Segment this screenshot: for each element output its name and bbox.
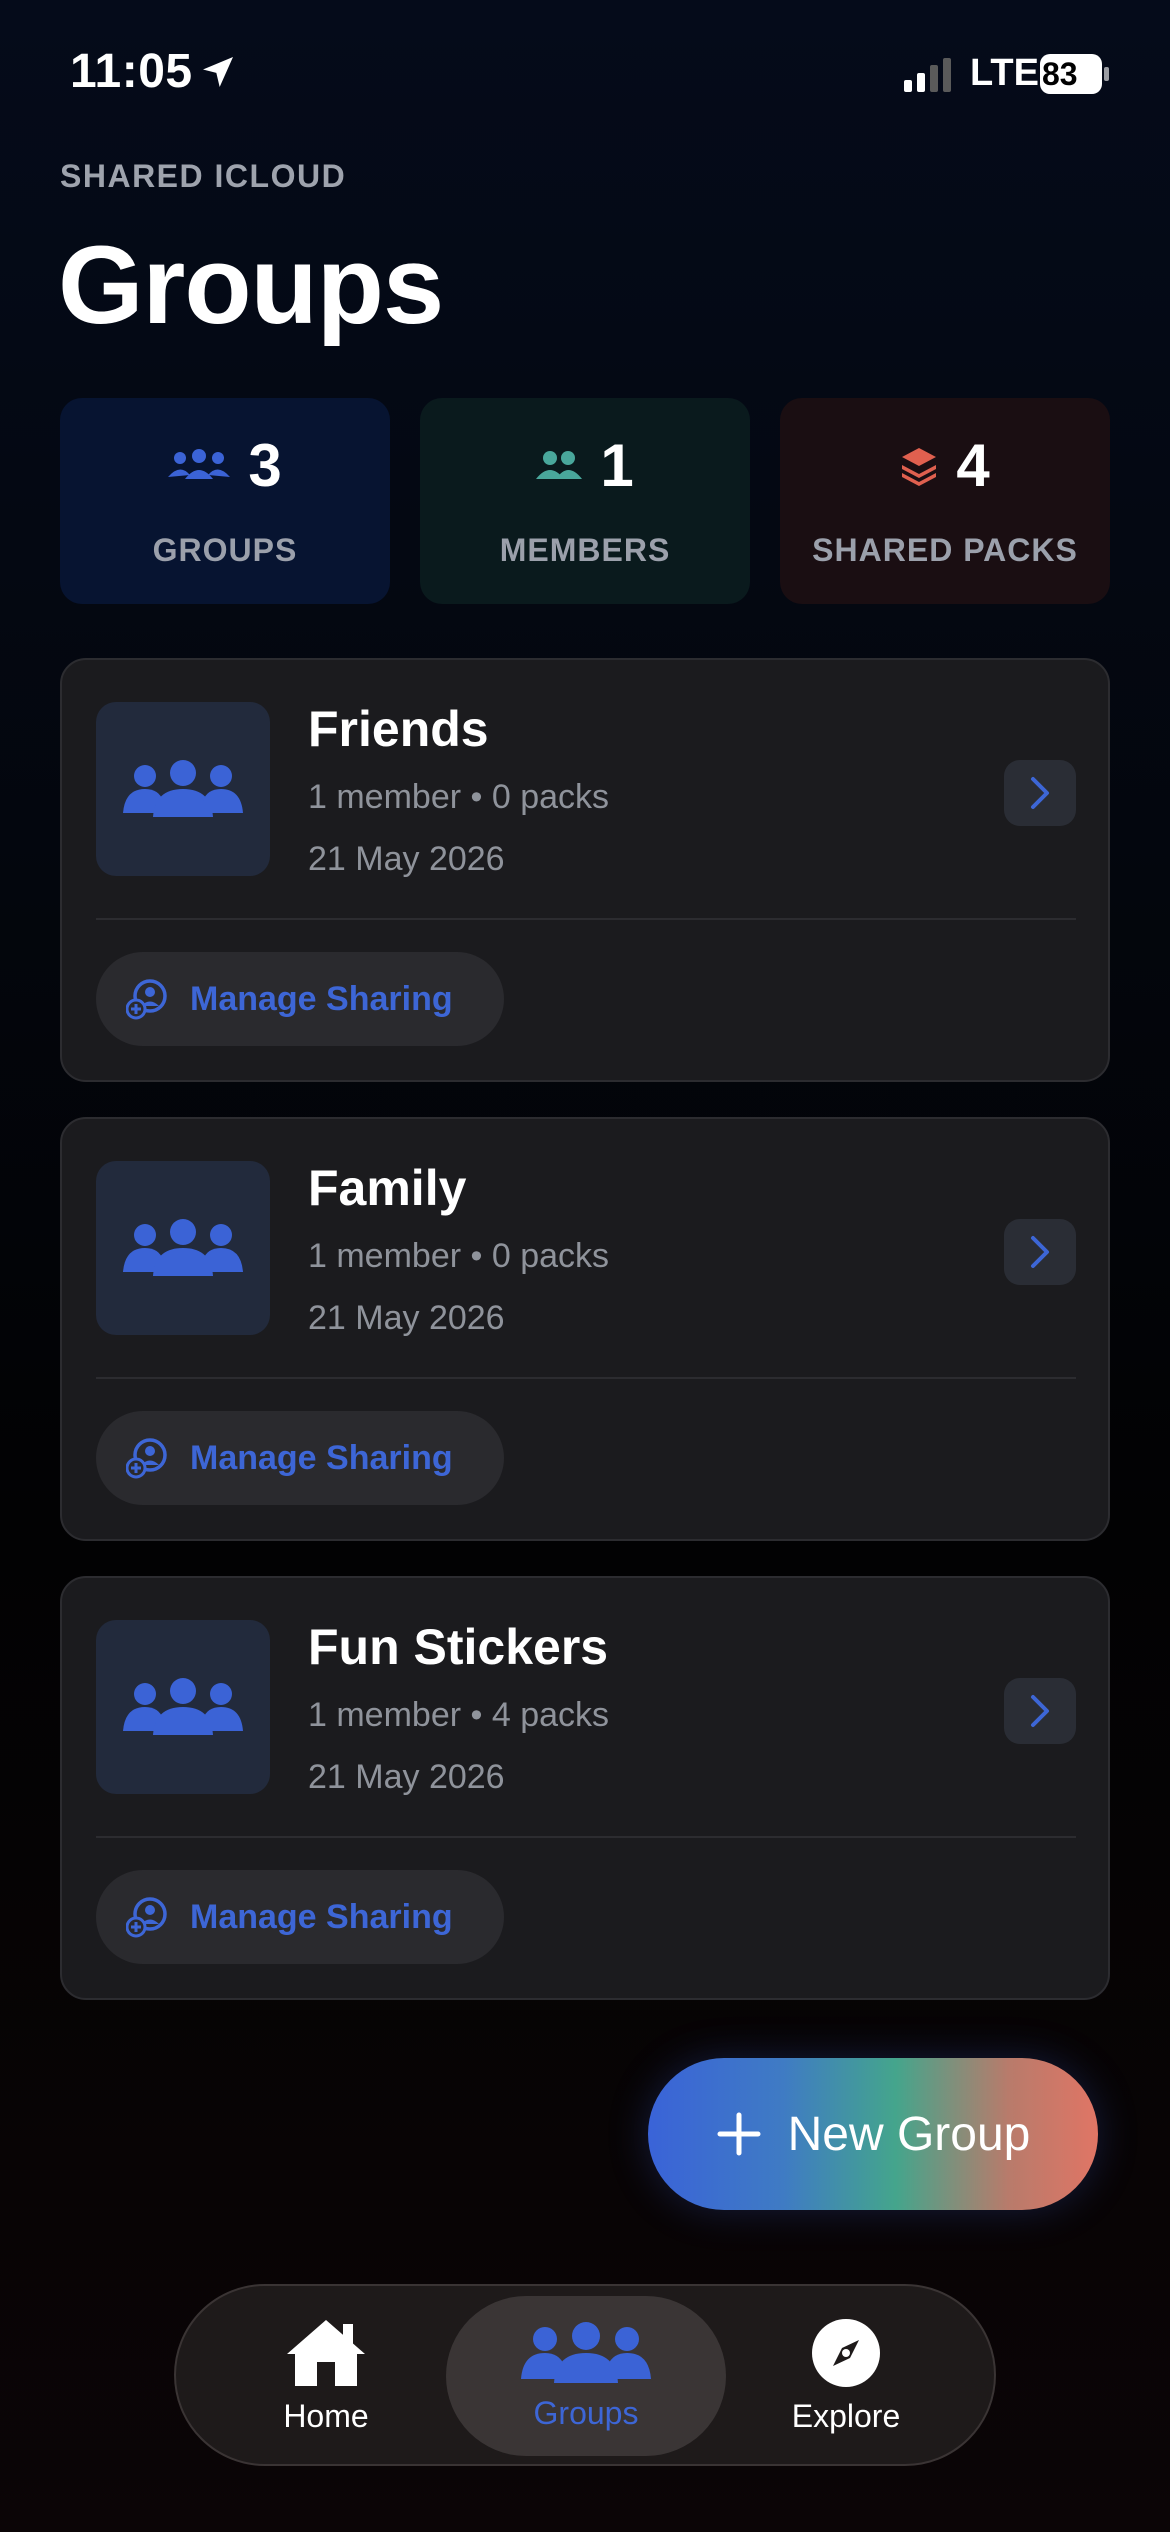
two-people-icon [536, 451, 583, 479]
group-name: Friends [308, 701, 489, 757]
network-type: LTE [970, 52, 1039, 94]
house-icon [287, 2319, 365, 2386]
member-count: 1 member [308, 1237, 462, 1275]
member-count: 1 member [308, 778, 462, 816]
member-count: 1 member [308, 1696, 462, 1734]
stat-card-shared-packs: 4 SHARED PACKS [780, 398, 1110, 604]
group-date: 21 May 2026 [308, 1299, 505, 1337]
status-bar: 11:05 LTE 83 [0, 0, 1170, 150]
group-name: Family [308, 1160, 467, 1216]
person-share-icon [126, 1438, 167, 1479]
status-time: 11:05 [70, 45, 193, 98]
manage-sharing-button[interactable]: Manage Sharing [96, 1870, 504, 1964]
divider [96, 918, 1076, 920]
stat-label-groups: GROUPS [152, 532, 298, 568]
tab-label: Groups [533, 2394, 639, 2431]
stat-value-shared-packs: 4 [956, 432, 990, 499]
manage-sharing-button[interactable]: Manage Sharing [96, 952, 504, 1046]
stat-value-members: 1 [600, 432, 634, 499]
section-eyebrow: SHARED ICLOUD [60, 158, 347, 194]
manage-sharing-label: Manage Sharing [190, 1438, 453, 1477]
tab-label: Home [283, 2397, 369, 2434]
stat-card-groups: 3 GROUPS [60, 398, 390, 604]
stat-card-members: 1 MEMBERS [420, 398, 750, 604]
group-date: 21 May 2026 [308, 1758, 505, 1796]
chevron-right-icon [1031, 1236, 1049, 1268]
location-arrow-icon [203, 57, 233, 87]
stat-label-shared-packs: SHARED PACKS [812, 532, 1078, 568]
stat-value-groups: 3 [248, 432, 282, 499]
open-group-button[interactable] [1004, 1678, 1076, 1744]
divider [96, 1836, 1076, 1838]
plus-icon [717, 2112, 761, 2156]
manage-sharing-label: Manage Sharing [190, 979, 453, 1018]
compass-icon [812, 2318, 880, 2387]
group-meta: 1 member • 0 packs [308, 1237, 610, 1275]
pack-count: 0 packs [491, 1237, 610, 1275]
tab-bar: Home Groups Explore [174, 2284, 996, 2466]
tab-home[interactable]: Home [236, 2296, 416, 2456]
new-group-label: New Group [787, 2107, 1031, 2161]
open-group-button[interactable] [1004, 760, 1076, 826]
people-icon [123, 1678, 243, 1735]
stat-label-members: MEMBERS [499, 532, 671, 568]
group-card-family[interactable]: Family 1 member • 0 packs 21 May 2026 Ma… [60, 1117, 1110, 1541]
person-share-icon [126, 979, 167, 1020]
person-share-icon [126, 1897, 167, 1938]
pack-count: 0 packs [491, 778, 610, 816]
battery-level: 83 [1042, 56, 1078, 92]
group-meta: 1 member • 4 packs [308, 1696, 610, 1734]
group-avatar [96, 1620, 270, 1794]
group-card-friends[interactable]: Friends 1 member • 0 packs 21 May 2026 M… [60, 658, 1110, 1082]
manage-sharing-button[interactable]: Manage Sharing [96, 1411, 504, 1505]
people-icon [521, 2321, 651, 2383]
group-meta: 1 member • 0 packs [308, 778, 610, 816]
battery-icon: 83 [1040, 54, 1109, 94]
page-title: Groups [58, 224, 444, 347]
group-avatar [96, 1161, 270, 1335]
tab-label: Explore [791, 2397, 901, 2434]
group-name: Fun Stickers [308, 1619, 609, 1675]
tab-explore[interactable]: Explore [756, 2296, 936, 2456]
new-group-button[interactable]: New Group [648, 2058, 1098, 2210]
people-icon [168, 449, 231, 479]
divider [96, 1377, 1076, 1379]
group-date: 21 May 2026 [308, 840, 505, 878]
people-icon [123, 760, 243, 817]
layers-icon [902, 448, 937, 486]
open-group-button[interactable] [1004, 1219, 1076, 1285]
manage-sharing-label: Manage Sharing [190, 1897, 453, 1936]
people-icon [123, 1219, 243, 1276]
group-card-fun-stickers[interactable]: Fun Stickers 1 member • 4 packs 21 May 2… [60, 1576, 1110, 2000]
group-avatar [96, 702, 270, 876]
pack-count: 4 packs [491, 1696, 610, 1734]
chevron-right-icon [1031, 777, 1049, 809]
cellular-signal-icon [904, 58, 951, 92]
tab-groups[interactable]: Groups [446, 2296, 726, 2456]
chevron-right-icon [1031, 1695, 1049, 1727]
